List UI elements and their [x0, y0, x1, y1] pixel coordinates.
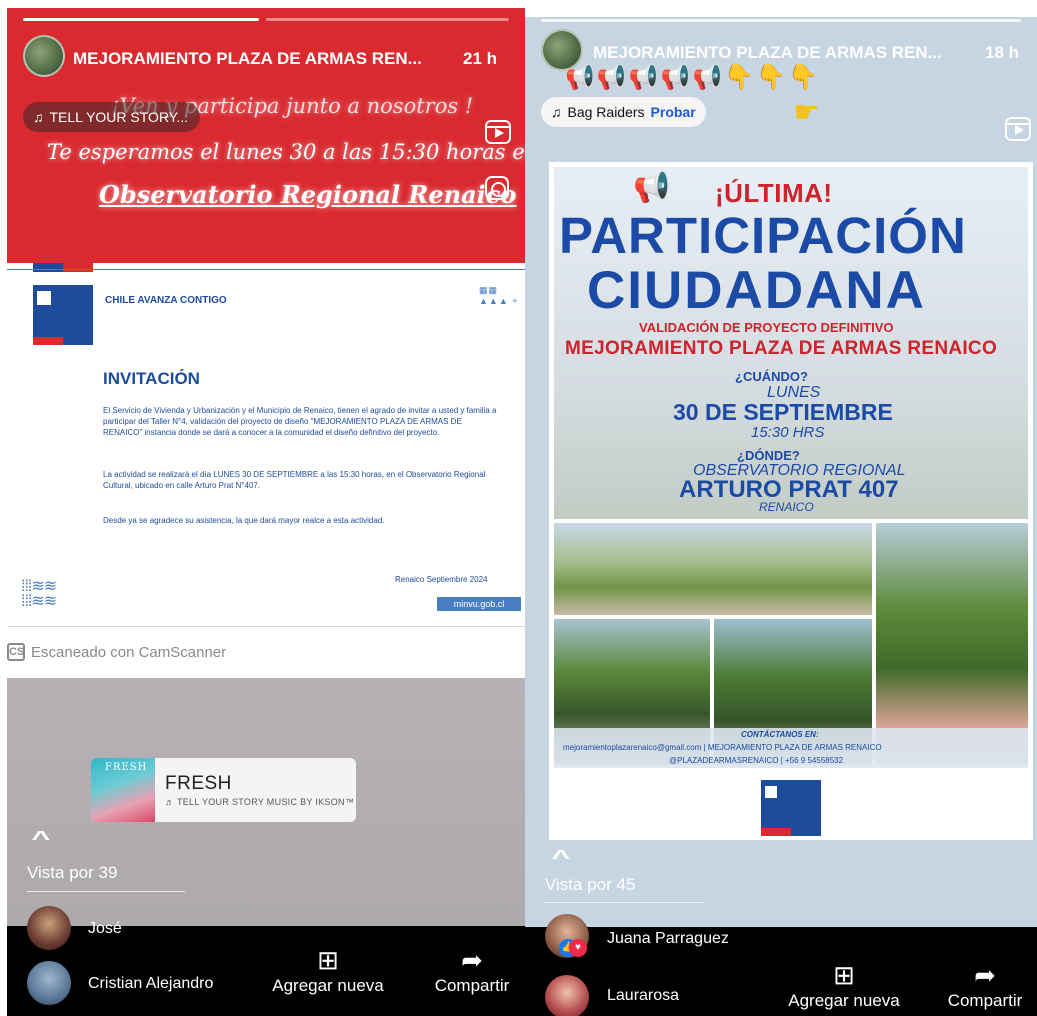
poster-validation: VALIDACIÓN DE PROYECTO DEFINITIVO: [639, 320, 894, 335]
script-text-line-2: Te esperamos el lunes 30 a las 15:30 hor…: [47, 140, 525, 164]
poster-project: MEJORAMIENTO PLAZA DE ARMAS RENAICO: [565, 338, 998, 359]
music-sticker[interactable]: ♫ Bag Raiders Probar: [541, 97, 706, 127]
share-button[interactable]: ➦ Compartir: [417, 946, 525, 996]
reels-icon[interactable]: [1005, 117, 1031, 141]
minvu-logo: [761, 780, 821, 836]
viewer-avatar[interactable]: [545, 975, 589, 1016]
progress-bar-segment-1: [23, 18, 259, 21]
event-poster: 📢 ¡ÚLTIMA! PARTICIPACIÓN CIUDADANA VALID…: [549, 162, 1033, 840]
chevron-up-icon[interactable]: ^: [551, 847, 570, 870]
document-heading: INVITACIÓN: [103, 369, 200, 388]
account-avatar[interactable]: [23, 35, 65, 77]
progress-bar: [541, 19, 1021, 22]
share-icon: ➦: [461, 945, 483, 975]
share-label: Compartir: [947, 991, 1023, 1010]
story-red-background: [7, 8, 525, 263]
poster-headline-1: PARTICIPACIÓN: [559, 207, 967, 264]
add-square-icon: ⊞: [317, 945, 339, 975]
music-sticker-label: TELL YOUR STORY...: [49, 109, 189, 125]
page: MEJORAMIENTO PLAZA DE ARMAS REN... 21 h …: [0, 0, 1037, 1016]
document-website: minvu.gob.cl: [437, 597, 521, 611]
add-new-button[interactable]: ⊞ Agregar nueva: [263, 946, 393, 996]
megaphone-sticker-row: 📢📢📢📢📢👇👇👇: [565, 64, 821, 91]
add-new-button[interactable]: ⊞ Agregar nueva: [779, 961, 909, 1011]
album-cover-text: FRESH: [105, 762, 148, 773]
instagram-icon[interactable]: [485, 176, 509, 200]
view-count-divider: [545, 902, 705, 903]
share-button[interactable]: ➦ Compartir: [933, 961, 1037, 1011]
view-count[interactable]: Vista por 39: [27, 863, 117, 883]
album-cover: FRESH: [91, 758, 155, 822]
document-paragraph-3: Desde ya se agradece su asistencia, la q…: [103, 516, 385, 525]
reaction-badge: 👍 ♥: [559, 939, 587, 957]
add-square-icon: ⊞: [833, 960, 855, 990]
music-note-icon: ♫: [33, 109, 44, 125]
poster-headline-2: CIUDADANA: [587, 261, 926, 320]
script-text-line-3: Observatorio Regional Renaico: [99, 180, 517, 209]
viewer-name[interactable]: Laurarosa: [607, 987, 679, 1005]
wave-pattern-icon: ⁞⁞⁞≋≋ ⁞⁞⁞≋≋: [21, 578, 57, 610]
scanned-invitation-document: CHILE AVANZA CONTIGO ▦▦ ▲▲▲ + INVITACIÓN…: [7, 263, 525, 678]
song-title: FRESH: [165, 773, 232, 794]
document-divider: [7, 626, 525, 627]
contact-line-2: @PLAZADEARMASRENAICO | +56 9 54558532: [669, 756, 844, 765]
viewer-name[interactable]: Cristian Alejandro: [88, 975, 213, 993]
view-count[interactable]: Vista por 45: [545, 875, 635, 895]
chile-avanza-contigo-logo: CHILE AVANZA CONTIGO: [105, 295, 227, 306]
add-new-label: Agregar nueva: [788, 991, 900, 1010]
right-story-panel[interactable]: 📢📢📢📢📢👇👇👇 MEJORAMIENTO PLAZA DE ARMAS REN…: [525, 17, 1037, 1016]
chevron-up-icon[interactable]: ^: [31, 828, 50, 851]
try-music-link[interactable]: Probar: [651, 104, 696, 120]
minvu-logo: [33, 285, 93, 345]
contact-title: CONTÁCTANOS EN:: [741, 730, 819, 739]
viewer-avatar[interactable]: [27, 961, 71, 1005]
story-timestamp: 18 h: [985, 43, 1020, 62]
megaphone-icon: 📢: [633, 171, 671, 204]
share-icon: ➦: [974, 960, 996, 990]
music-note-icon: ♫: [551, 104, 562, 120]
contact-line-1: mejoramientoplazarenaico@gmail.com | MEJ…: [563, 743, 882, 752]
camscanner-icon: CS: [7, 643, 25, 661]
left-story-panel[interactable]: MEJORAMIENTO PLAZA DE ARMAS REN... 21 h …: [7, 8, 525, 1016]
pointing-hand-icon: ☛: [793, 96, 820, 129]
viewer-name[interactable]: Juana Parraguez: [607, 930, 729, 948]
viewer-name[interactable]: José: [88, 920, 122, 938]
viewer-avatar[interactable]: [27, 906, 71, 950]
document-signature: Renaico Septiembre 2024: [395, 575, 488, 584]
progress-bar-segment-2: [266, 18, 509, 21]
plaza-render-photo: [554, 523, 872, 615]
share-label: Compartir: [434, 976, 510, 995]
poster-where-label: ¿DÓNDE?: [737, 448, 800, 463]
poster-city: RENAICO: [759, 500, 814, 514]
poster-when-label: ¿CUÁNDO?: [735, 369, 808, 384]
poster-ultima: ¡ÚLTIMA!: [715, 178, 833, 208]
story-timestamp: 21 h: [463, 49, 498, 68]
document-top-line: [7, 269, 525, 270]
document-paragraph-1: El Servicio de Vivienda y Urbanización y…: [103, 406, 497, 437]
camscanner-label: Escaneado con CamScanner: [31, 643, 227, 661]
story-account-name[interactable]: MEJORAMIENTO PLAZA DE ARMAS REN...: [593, 43, 942, 63]
document-paragraph-2: La actividad se realizará el día LUNES 3…: [103, 470, 486, 490]
add-new-label: Agregar nueva: [272, 976, 384, 995]
song-artist: ♬ TELL YOUR STORY MUSIC BY IKSON™: [165, 797, 355, 807]
heart-icon: ♥: [569, 939, 587, 957]
music-sticker-label: Bag Raiders: [567, 104, 645, 120]
poster-date: 30 DE SEPTIEMBRE: [673, 399, 893, 425]
reels-icon[interactable]: [485, 120, 511, 144]
story-account-name[interactable]: MEJORAMIENTO PLAZA DE ARMAS REN...: [73, 49, 422, 69]
music-sticker[interactable]: ♫ TELL YOUR STORY...: [23, 102, 201, 132]
view-count-divider: [27, 891, 185, 892]
gov-pattern-icon: ▦▦ ▲▲▲ +: [479, 285, 519, 306]
music-sticker-card[interactable]: FRESH FRESH ♬ TELL YOUR STORY MUSIC BY I…: [91, 758, 356, 822]
poster-hour: 15:30 HRS: [751, 424, 825, 441]
camscanner-watermark: CS Escaneado con CamScanner: [7, 643, 226, 661]
document-flag-bar: [33, 263, 93, 272]
